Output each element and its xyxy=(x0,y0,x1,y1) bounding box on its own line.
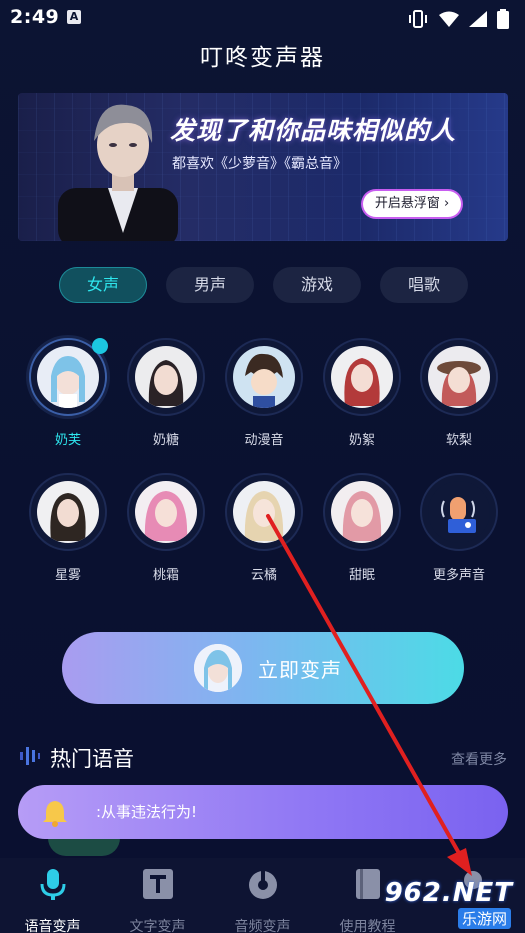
vibrate-icon xyxy=(409,10,427,28)
tab-female[interactable]: 女声 xyxy=(59,267,147,303)
nav-audio-change[interactable]: 音频变声 xyxy=(210,866,315,933)
battery-icon xyxy=(497,9,509,29)
voice-avatar-ring xyxy=(29,338,108,416)
avatar xyxy=(331,481,393,543)
avatar xyxy=(135,346,197,408)
voice-avatar-ring xyxy=(420,338,498,416)
status-time: 2:49 xyxy=(10,6,60,28)
open-floating-window-button[interactable]: 开启悬浮窗 › xyxy=(363,191,461,217)
more-voices-icon xyxy=(428,481,490,543)
voice-label: 奶絮 xyxy=(348,433,375,448)
notice-toast: :从事违法行为! xyxy=(18,785,508,839)
avatar xyxy=(233,481,295,543)
avatar xyxy=(331,346,393,408)
voice-item-dongmanyin[interactable]: 动漫音 xyxy=(220,338,308,448)
mic-icon xyxy=(40,869,65,900)
playing-audio-icon xyxy=(92,338,108,354)
voice-label: 奶芙 xyxy=(54,433,81,448)
tab-male[interactable]: 男声 xyxy=(166,267,254,303)
avatar xyxy=(135,481,197,543)
avatar xyxy=(37,481,99,543)
watermark-subtext: 乐游网 xyxy=(457,908,511,929)
voice-item-tianmian[interactable]: 甜眠 xyxy=(318,473,406,583)
tab-game[interactable]: 游戏 xyxy=(273,267,361,303)
banner-headline: 发现了和你品味相似的人 xyxy=(170,116,457,145)
nav-label: 文字变声 xyxy=(129,919,186,933)
avatar xyxy=(233,346,295,408)
voice-label: 更多声音 xyxy=(432,568,485,583)
nav-voice-change[interactable]: 语音变声 xyxy=(0,866,105,933)
voice-item-ruanli[interactable]: 软梨 xyxy=(415,338,503,448)
voice-label: 奶糖 xyxy=(152,433,179,448)
status-bar: 2:49 A xyxy=(0,0,525,36)
voice-item-naifu[interactable]: 奶芙 xyxy=(24,338,112,448)
voice-item-taoshuang[interactable]: 桃霜 xyxy=(122,473,210,583)
nav-label: 语音变声 xyxy=(24,919,81,933)
voice-avatar-ring xyxy=(323,473,401,551)
voice-label: 星雾 xyxy=(54,568,81,583)
voice-item-xingwu[interactable]: 星雾 xyxy=(24,473,112,583)
text-t-icon xyxy=(142,869,173,899)
banner-subtitle: 都喜欢《少萝音》《霸总音》 xyxy=(172,156,347,172)
notification-a-icon: A xyxy=(67,10,81,24)
voice-label: 甜眠 xyxy=(348,568,375,583)
hot-voices-title: 热门语音 xyxy=(50,747,134,771)
status-icons xyxy=(407,9,509,29)
nav-text-change[interactable]: 文字变声 xyxy=(105,866,210,933)
category-tabs: 女声 男声 游戏 唱歌 xyxy=(59,267,468,303)
voice-avatar-ring xyxy=(29,473,107,551)
audio-disc-icon xyxy=(248,869,277,899)
book-icon xyxy=(355,869,380,899)
tab-singing[interactable]: 唱歌 xyxy=(380,267,468,303)
list-item[interactable] xyxy=(48,838,120,856)
voice-item-naitang[interactable]: 奶糖 xyxy=(122,338,210,448)
see-more-link[interactable]: 查看更多 xyxy=(451,749,507,769)
sound-wave-icon xyxy=(20,747,40,765)
wifi-icon xyxy=(439,11,459,27)
watermark-text: 962.NET xyxy=(384,878,513,908)
voice-avatar-ring xyxy=(127,338,205,416)
bell-icon xyxy=(43,801,67,827)
voice-avatar-ring xyxy=(127,473,205,551)
voice-label: 桃霜 xyxy=(152,568,179,583)
voice-avatar-ring xyxy=(323,338,401,416)
voice-avatar-ring xyxy=(420,473,498,551)
avatar xyxy=(37,346,99,408)
nav-label: 音频变声 xyxy=(234,919,291,933)
voice-label: 动漫音 xyxy=(244,433,284,448)
selected-voice-avatar xyxy=(194,644,242,692)
signal-icon xyxy=(469,11,487,27)
convert-now-label: 立即变声 xyxy=(258,658,342,682)
voice-item-yunju[interactable]: 云橘 xyxy=(220,473,308,583)
screen: 2:49 A 叮咚变声器 发现了和你品味相似的人 都喜欢《少萝音》《霸总音》 开… xyxy=(0,0,525,933)
app-title: 叮咚变声器 xyxy=(200,45,325,71)
voice-avatar-ring xyxy=(225,473,303,551)
voice-label: 云橘 xyxy=(250,568,277,583)
voice-label: 软梨 xyxy=(445,433,472,448)
watermark-logo: 962.NET 乐游网 xyxy=(385,878,519,930)
voice-item-naixu[interactable]: 奶絮 xyxy=(318,338,406,448)
notice-text: :从事违法行为! xyxy=(96,803,198,821)
avatar xyxy=(428,346,490,408)
voice-avatar-ring xyxy=(225,338,303,416)
promo-banner[interactable]: 发现了和你品味相似的人 都喜欢《少萝音》《霸总音》 开启悬浮窗 › xyxy=(18,93,508,241)
voice-item-more[interactable]: 更多声音 xyxy=(415,473,503,583)
convert-now-button[interactable]: 立即变声 xyxy=(62,632,464,704)
